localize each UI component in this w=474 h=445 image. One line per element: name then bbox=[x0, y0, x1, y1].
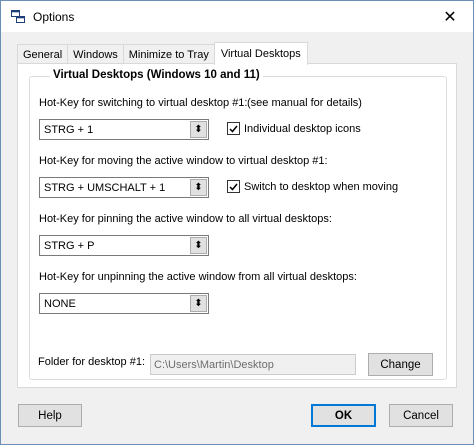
virtual-desktops-panel: Virtual Desktops (Windows 10 and 11) Hot… bbox=[17, 63, 457, 388]
pin-hotkey-label: Hot-Key for pinning the active window to… bbox=[39, 213, 332, 225]
close-button[interactable]: ✕ bbox=[427, 1, 473, 32]
tab-virtual-desktops[interactable]: Virtual Desktops bbox=[213, 42, 308, 65]
manual-note: (see manual for details) bbox=[247, 97, 362, 109]
switch-when-moving-label: Switch to desktop when moving bbox=[244, 180, 399, 193]
switch-hotkey-label: Hot-Key for switching to virtual desktop… bbox=[39, 97, 248, 109]
dropdown-icon[interactable]: ⬍ bbox=[190, 295, 207, 312]
folder-path-field[interactable]: C:\Users\Martin\Desktop bbox=[150, 354, 356, 375]
tab-strip: General Windows Minimize to Tray Virtual… bbox=[17, 42, 308, 65]
individual-icons-label: Individual desktop icons bbox=[244, 122, 361, 135]
dropdown-icon[interactable]: ⬍ bbox=[190, 121, 207, 138]
unpin-hotkey-label: Hot-Key for unpinning the active window … bbox=[39, 271, 357, 283]
close-icon: ✕ bbox=[443, 8, 457, 26]
title-bar[interactable]: Options ✕ bbox=[1, 1, 473, 32]
tab-general[interactable]: General bbox=[17, 44, 69, 64]
move-hotkey-label: Hot-Key for moving the active window to … bbox=[39, 155, 328, 167]
unpin-hotkey-value: NONE bbox=[44, 297, 76, 310]
tab-minimize-to-tray[interactable]: Minimize to Tray bbox=[122, 44, 215, 64]
help-button[interactable]: Help bbox=[18, 404, 82, 427]
tab-windows[interactable]: Windows bbox=[67, 44, 124, 64]
window-options-icon bbox=[11, 10, 25, 23]
dropdown-icon[interactable]: ⬍ bbox=[190, 237, 207, 254]
checkmark-icon bbox=[227, 180, 240, 193]
cancel-button[interactable]: Cancel bbox=[389, 404, 453, 427]
ok-button[interactable]: OK bbox=[311, 404, 376, 427]
switch-when-moving-checkbox[interactable]: Switch to desktop when moving bbox=[227, 180, 398, 193]
individual-icons-checkbox[interactable]: Individual desktop icons bbox=[227, 122, 361, 135]
options-window: Options ✕ General Windows Minimize to Tr… bbox=[0, 0, 474, 445]
switch-hotkey-combo[interactable]: STRG + 1 ⬍ bbox=[39, 119, 209, 140]
move-hotkey-value: STRG + UMSCHALT + 1 bbox=[44, 181, 166, 194]
switch-hotkey-value: STRG + 1 bbox=[44, 123, 94, 136]
unpin-hotkey-combo[interactable]: NONE ⬍ bbox=[39, 293, 209, 314]
checkmark-icon bbox=[227, 122, 240, 135]
dropdown-icon[interactable]: ⬍ bbox=[190, 179, 207, 196]
virtual-desktops-group: Virtual Desktops (Windows 10 and 11) Hot… bbox=[29, 69, 447, 380]
pin-hotkey-combo[interactable]: STRG + P ⬍ bbox=[39, 235, 209, 256]
window-title: Options bbox=[33, 10, 75, 24]
folder-label: Folder for desktop #1: bbox=[38, 356, 146, 368]
move-hotkey-combo[interactable]: STRG + UMSCHALT + 1 ⬍ bbox=[39, 177, 209, 198]
pin-hotkey-value: STRG + P bbox=[44, 239, 95, 252]
change-folder-button[interactable]: Change bbox=[368, 353, 433, 376]
group-title: Virtual Desktops (Windows 10 and 11) bbox=[50, 69, 263, 81]
